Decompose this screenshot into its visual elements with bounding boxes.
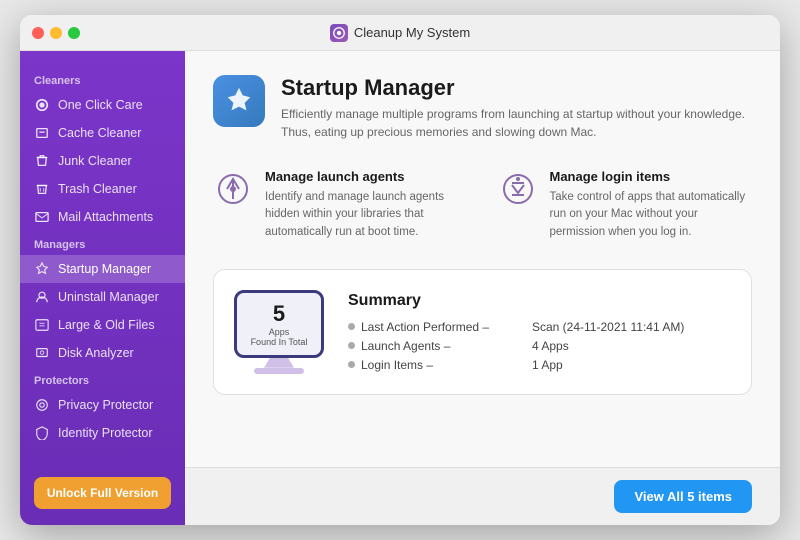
page-description: Efficiently manage multiple programs fro… [281,105,752,141]
launch-agents-val: 4 Apps [532,339,569,353]
sidebar-item-cache-cleaner[interactable]: Cache Cleaner [20,119,185,147]
login-items-title: Manage login items [550,169,753,184]
page-header-text: Startup Manager Efficiently manage multi… [281,75,752,141]
sidebar-item-startup-manager[interactable]: Startup Manager [20,255,185,283]
dot-last-action [348,323,355,330]
feature-cards: Manage launch agents Identify and manage… [213,169,752,241]
sidebar-item-mail-attachments[interactable]: Mail Attachments [20,203,185,231]
junk-cleaner-label: Junk Cleaner [58,154,132,168]
managers-section-label: Managers [20,231,185,255]
sidebar-item-trash-cleaner[interactable]: Trash Cleaner [20,175,185,203]
protectors-section-label: Protectors [20,367,185,391]
launch-agents-key: Launch Agents – [361,339,526,353]
close-button[interactable] [32,27,44,39]
sidebar-item-junk-cleaner[interactable]: Junk Cleaner [20,147,185,175]
feature-card-launch-agents: Manage launch agents Identify and manage… [213,169,468,241]
feature-card-login-items: Manage login items Take control of apps … [498,169,753,241]
launch-agents-icon [213,169,253,209]
large-old-files-label: Large & Old Files [58,318,155,332]
sidebar-item-one-click-care[interactable]: One Click Care [20,91,185,119]
startup-manager-icon [34,261,50,277]
app-title: Cleanup My System [354,25,470,40]
summary-info: Summary Last Action Performed – Scan (24… [348,292,731,372]
identity-protector-label: Identity Protector [58,426,153,440]
disk-analyzer-icon [34,345,50,361]
junk-cleaner-icon [34,153,50,169]
feature-card-login-items-text: Manage login items Take control of apps … [550,169,753,241]
login-items-icon [498,169,538,209]
monitor-base [254,368,304,374]
last-action-val: Scan (24-11-2021 11:41 AM) [532,320,684,334]
startup-manager-label: Startup Manager [58,262,151,276]
app-icon [330,24,348,42]
identity-protector-icon [34,425,50,441]
privacy-protector-label: Privacy Protector [58,398,153,412]
sidebar-item-large-old-files[interactable]: Large & Old Files [20,311,185,339]
main-layout: Cleaners One Click Care Cache Cleaner [20,51,780,525]
one-click-care-label: One Click Care [58,98,143,112]
mail-attachments-icon [34,209,50,225]
feature-card-launch-agents-text: Manage launch agents Identify and manage… [265,169,468,241]
monitor-count: 5 [251,301,308,327]
content-area: Startup Manager Efficiently manage multi… [185,51,780,467]
summary-title: Summary [348,292,731,310]
cache-cleaner-icon [34,125,50,141]
dot-login-items [348,361,355,368]
cache-cleaner-label: Cache Cleaner [58,126,141,140]
mail-attachments-label: Mail Attachments [58,210,153,224]
privacy-protector-icon [34,397,50,413]
dot-launch-agents [348,342,355,349]
trash-cleaner-label: Trash Cleaner [58,182,137,196]
page-title: Startup Manager [281,75,752,101]
sidebar-item-disk-analyzer[interactable]: Disk Analyzer [20,339,185,367]
login-items-desc: Take control of apps that automatically … [550,189,753,241]
large-old-files-icon [34,317,50,333]
sidebar-bottom: Unlock Full Version [20,477,185,509]
sidebar-item-identity-protector[interactable]: Identity Protector [20,419,185,447]
login-items-val: 1 App [532,358,563,372]
trash-cleaner-icon [34,181,50,197]
title-bar: Cleanup My System [20,15,780,51]
summary-illustration: 5 Apps Found In Total [234,290,324,374]
sidebar: Cleaners One Click Care Cache Cleaner [20,51,185,525]
bottom-bar: View All 5 items [185,467,780,525]
sidebar-item-privacy-protector[interactable]: Privacy Protector [20,391,185,419]
cleaners-section-label: Cleaners [20,67,185,91]
traffic-lights [32,27,80,39]
one-click-care-icon [34,97,50,113]
monitor-outer: 5 Apps Found In Total [234,290,324,358]
monitor-stand [264,358,294,368]
login-items-key: Login Items – [361,358,526,372]
summary-row-launch-agents: Launch Agents – 4 Apps [348,339,731,353]
summary-row-login-items: Login Items – 1 App [348,358,731,372]
last-action-key: Last Action Performed – [361,320,526,334]
uninstall-manager-label: Uninstall Manager [58,290,159,304]
unlock-full-version-button[interactable]: Unlock Full Version [34,477,171,509]
summary-rows: Last Action Performed – Scan (24-11-2021… [348,320,731,372]
summary-row-last-action: Last Action Performed – Scan (24-11-2021… [348,320,731,334]
minimize-button[interactable] [50,27,62,39]
disk-analyzer-label: Disk Analyzer [58,346,134,360]
launch-agents-desc: Identify and manage launch agents hidden… [265,189,468,241]
summary-box: 5 Apps Found In Total Summary [213,269,752,395]
monitor-inner: 5 Apps Found In Total [251,301,308,347]
view-all-button[interactable]: View All 5 items [614,480,752,513]
launch-agents-title: Manage launch agents [265,169,468,184]
main-window: Cleanup My System Cleaners One Click Car… [20,15,780,525]
monitor-label-apps: Apps [251,327,308,337]
title-bar-content: Cleanup My System [330,24,470,42]
maximize-button[interactable] [68,27,80,39]
monitor-label-found: Found In Total [251,337,308,347]
page-header-icon [213,75,265,127]
page-header: Startup Manager Efficiently manage multi… [213,75,752,141]
sidebar-item-uninstall-manager[interactable]: Uninstall Manager [20,283,185,311]
uninstall-manager-icon [34,289,50,305]
